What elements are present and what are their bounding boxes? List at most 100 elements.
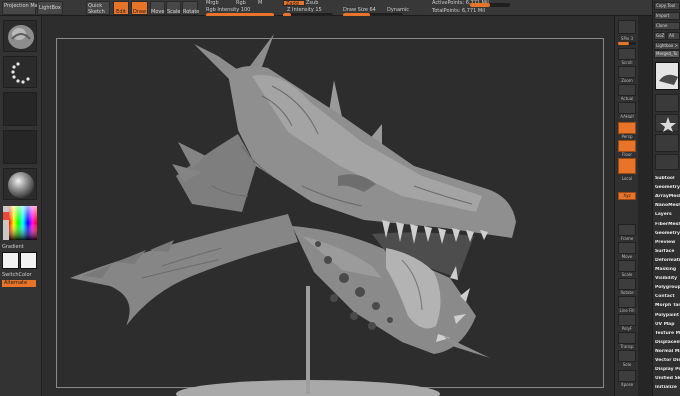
tool-subpalette-item[interactable]: Deformation (655, 258, 680, 263)
actual-button[interactable] (618, 84, 636, 96)
right-shelf: SPix 3 Scroll Zoom Actual AAHalf Persp F… (614, 16, 638, 396)
lightbox-tools-button[interactable]: Lightbox > Tools (654, 42, 680, 50)
polyf-button[interactable] (618, 314, 636, 326)
total-points-readout: TotalPoints: 6,771 Mil (432, 8, 485, 14)
alpha-selector[interactable] (3, 92, 37, 126)
move-button[interactable]: Move (150, 1, 165, 15)
rotate-button[interactable]: Rotate (182, 1, 199, 15)
stroke-selector[interactable] (3, 56, 37, 88)
clone-button[interactable]: Clone (654, 22, 680, 30)
brush-selector[interactable] (3, 20, 37, 52)
top-toolbar: Projection Master LightBox Quick Sketch … (0, 0, 680, 17)
goz-button[interactable]: GoZ (654, 32, 666, 40)
polyf-label: PolyF (621, 326, 633, 331)
tool-subpalette-item[interactable]: Preview (655, 240, 680, 245)
zsub-toggle[interactable]: Zsub (306, 0, 318, 6)
solo-label: Solo (622, 362, 632, 367)
solo-button[interactable] (618, 350, 636, 362)
focal-shift-slider[interactable] (470, 3, 510, 7)
floor-button[interactable] (618, 140, 636, 152)
copy-tool-button[interactable]: Copy Tool (654, 2, 680, 10)
all-button[interactable]: All (667, 32, 680, 40)
tool-subpalette-item[interactable]: Texture Map (655, 331, 680, 336)
tool-thumbnail-3[interactable] (655, 114, 679, 132)
tool-subpalette-item[interactable]: Contact (655, 294, 680, 299)
transp-label: Transp (620, 344, 634, 349)
rotate-view-button[interactable] (618, 278, 636, 290)
zoom-button[interactable] (618, 66, 636, 78)
standard-brush-icon (8, 25, 34, 49)
edit-button[interactable]: Edit (113, 1, 129, 15)
material-selector[interactable] (3, 168, 37, 200)
line-fill-button[interactable] (618, 296, 636, 308)
persp-label: Persp (621, 134, 633, 139)
scroll-button[interactable] (618, 48, 636, 60)
canvas-viewport[interactable] (42, 16, 614, 396)
matcap-sphere-icon (8, 172, 34, 198)
scale-button[interactable]: Scale (166, 1, 181, 15)
tool-subpalette-item[interactable]: Visibility (655, 276, 680, 281)
tool-subpalette-item[interactable]: Polygroups (655, 285, 680, 290)
scale-view-button[interactable] (618, 260, 636, 272)
quick-sketch-button[interactable]: Quick Sketch (86, 1, 110, 15)
import-button[interactable]: Import (654, 12, 680, 20)
lightbox-button[interactable]: LightBox (37, 1, 63, 15)
projection-master-button[interactable]: Projection Master (2, 1, 47, 15)
dragon-head-sculpt[interactable] (42, 16, 614, 396)
tool-subpalette-item[interactable]: FiberMesh (655, 222, 680, 227)
tool-subpalette-item[interactable]: Subtool (655, 176, 680, 181)
tool-subpalette-item[interactable]: Initialize (655, 385, 680, 390)
secondary-color-swatch[interactable] (20, 252, 37, 269)
frame-button[interactable] (618, 224, 636, 236)
tool-subpalette-item[interactable]: Masking (655, 267, 680, 272)
zadd-toggle[interactable]: Zadd (283, 0, 305, 7)
color-picker[interactable] (3, 206, 37, 240)
tool-subpalette-item[interactable]: Geometry HD (655, 231, 680, 236)
tool-thumbnail-current[interactable] (655, 62, 679, 90)
switch-color-button[interactable]: SwitchColor (2, 272, 32, 278)
tool-subpalette-item[interactable]: NanoMesh (655, 203, 680, 208)
tool-subpalette-item[interactable]: Display Properties (655, 367, 680, 372)
spix-slider[interactable] (618, 42, 636, 45)
tool-thumbnail-5[interactable] (655, 154, 679, 170)
tool-subpalette-item[interactable]: Surface (655, 249, 680, 254)
merged-tool-slider[interactable]: Merged_Tu (654, 50, 680, 58)
move-view-button[interactable] (618, 242, 636, 254)
mrgb-toggle[interactable]: Mrgb (206, 0, 219, 6)
xyz-label: Xyz (623, 193, 631, 198)
tool-subpalette-item[interactable]: Vector Displacement (655, 358, 680, 363)
rotate-view-label: Rotate (620, 290, 634, 295)
gradient-label[interactable]: Gradient (2, 244, 24, 250)
transp-button[interactable] (618, 332, 636, 344)
tool-subpalette-item[interactable]: Polypaint (655, 313, 680, 318)
left-tray: Gradient SwitchColor Alternate (0, 16, 42, 396)
tool-subpalette-item[interactable]: Normal Map (655, 349, 680, 354)
frame-label: Frame (620, 236, 634, 241)
tool-subpalette-item[interactable]: Displacement (655, 340, 680, 345)
tool-subpalette-item[interactable]: ArrayMesh (655, 194, 680, 199)
local-button[interactable] (618, 158, 636, 174)
scroll-label: Scroll (621, 60, 633, 65)
texture-selector[interactable] (3, 130, 37, 164)
m-toggle[interactable]: M (258, 0, 262, 6)
bpr-button[interactable] (618, 20, 636, 34)
zoom-label: Zoom (621, 78, 633, 83)
tool-thumbnail-4[interactable] (655, 134, 679, 152)
line-fill-label: Line Fill (619, 308, 635, 313)
aahalf-button[interactable] (618, 102, 636, 114)
rgb-toggle[interactable]: Rgb (236, 0, 246, 6)
tool-subpalette-item[interactable]: Unified Skin (655, 376, 680, 381)
persp-button[interactable] (618, 122, 636, 134)
tool-subpalette-item[interactable]: Layers (655, 212, 680, 217)
alternate-button[interactable]: Alternate (2, 280, 36, 287)
tool-thumbnail-2[interactable] (655, 94, 679, 112)
draw-button[interactable]: Draw (131, 1, 148, 15)
spix-label[interactable]: SPix 3 (616, 36, 638, 41)
aahalf-label: AAHalf (620, 114, 634, 119)
xpose-button[interactable] (618, 370, 636, 382)
tool-subpalette-item[interactable]: Geometry (655, 185, 680, 190)
palette-scrollbar[interactable] (638, 16, 652, 396)
tool-subpalette-item[interactable]: Morph Target (655, 303, 680, 308)
main-color-swatch[interactable] (2, 252, 19, 269)
tool-subpalette-item[interactable]: UV Map (655, 322, 680, 327)
